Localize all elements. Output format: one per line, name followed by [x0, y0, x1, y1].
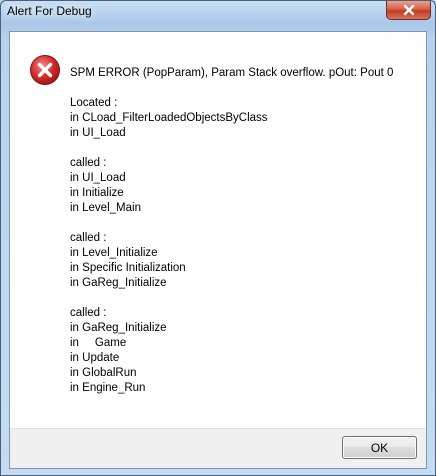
error-heading: SPM ERROR (PopParam), Param Stack overfl…	[70, 67, 394, 79]
stack-block-called-1: called : in UI_Load in Initialize in Lev…	[70, 156, 420, 216]
stack-line: in UI_Load	[70, 172, 126, 184]
stack-line: called :	[70, 307, 107, 319]
title-bar[interactable]: Alert For Debug	[1, 1, 435, 27]
dialog-content: SPM ERROR (PopParam), Param Stack overfl…	[9, 31, 427, 469]
error-message: SPM ERROR (PopParam), Param Stack overfl…	[70, 66, 420, 411]
close-button[interactable]	[386, 1, 431, 20]
stack-line: in GaReg_Initialize	[70, 277, 167, 289]
alert-window: Alert For Debug SPM ERROR (PopParam), Pa…	[0, 0, 436, 476]
stack-line: in Level_Initialize	[70, 247, 158, 259]
stack-block-called-3: called : in GaReg_Initialize in Game in …	[70, 306, 420, 396]
window-title: Alert For Debug	[7, 4, 92, 18]
stack-line: in Level_Main	[70, 202, 141, 214]
close-icon	[403, 4, 414, 16]
stack-block-located: Located : in CLoad_FilterLoadedObjectsBy…	[70, 96, 420, 141]
stack-line: in Game	[70, 337, 127, 349]
stack-line: in Initialize	[70, 187, 124, 199]
button-bar: OK	[10, 428, 426, 468]
error-icon	[29, 54, 61, 86]
stack-line: in GaReg_Initialize	[70, 322, 167, 334]
stack-line: in CLoad_FilterLoadedObjectsByClass	[70, 112, 268, 124]
stack-line: in Specific Initialization	[70, 262, 186, 274]
stack-line: in UI_Load	[70, 127, 126, 139]
ok-button[interactable]: OK	[342, 436, 417, 459]
stack-line: called :	[70, 157, 107, 169]
stack-line: Located :	[70, 97, 118, 109]
stack-block-called-2: called : in Level_Initialize in Specific…	[70, 231, 420, 291]
stack-line: in GlobalRun	[70, 367, 137, 379]
stack-line: in Update	[70, 352, 120, 364]
stack-line: called :	[70, 232, 107, 244]
stack-line: in Engine_Run	[70, 382, 146, 394]
